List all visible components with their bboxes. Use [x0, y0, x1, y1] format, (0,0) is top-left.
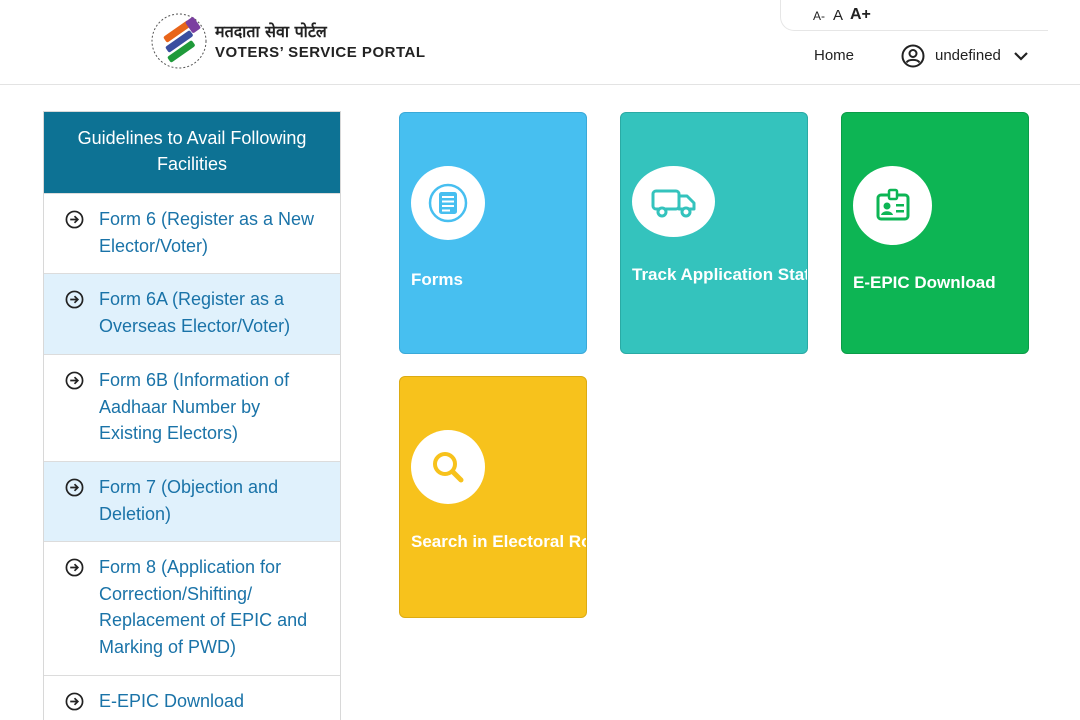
sidebar-item-label: Form 8 (Application for Correction/Shift… — [99, 557, 308, 657]
tile-e-epic-download[interactable]: E-EPIC Download — [841, 112, 1029, 354]
site-header: मतदाता सेवा पोर्टल VOTERS’ SERVICE PORTA… — [0, 0, 1080, 85]
arrow-right-circle-icon — [65, 210, 84, 229]
brand-title-hindi: मतदाता सेवा पोर्टल — [215, 22, 327, 41]
arrow-right-circle-icon — [65, 371, 84, 390]
sidebar-item-form-8[interactable]: Form 8 (Application for Correction/Shift… — [44, 541, 340, 675]
tile-track-application-status[interactable]: Track Application Stat — [620, 112, 808, 354]
user-account-icon[interactable] — [901, 44, 925, 68]
tile-label: Track Application Stat — [632, 265, 808, 284]
guidelines-sidebar: Guidelines to Avail Following Facilities… — [43, 111, 341, 720]
sidebar-item-form-7[interactable]: Form 7 (Objection and Deletion) — [44, 461, 340, 541]
arrow-right-circle-icon — [65, 692, 84, 711]
tile-search-electoral-roll[interactable]: Search in Electoral Rol — [399, 376, 587, 618]
brand-title-english: VOTERS’ SERVICE PORTAL — [215, 44, 426, 61]
chevron-down-icon[interactable] — [1012, 49, 1030, 63]
search-icon — [433, 452, 464, 483]
sidebar-item-label: Form 6A (Register as a Overseas Elector/… — [99, 289, 291, 336]
sidebar-item-form-6a[interactable]: Form 6A (Register as a Overseas Elector/… — [44, 273, 340, 354]
sidebar-item-label: Form 6 (Register as a New Elector/Voter) — [99, 209, 315, 256]
font-normal-button[interactable]: A — [833, 7, 843, 24]
arrow-right-circle-icon — [65, 478, 84, 497]
sidebar-item-form-6b[interactable]: Form 6B (Information of Aadhaar Number b… — [44, 354, 340, 461]
tile-icon-circle — [632, 166, 715, 237]
sidebar-item-form-6[interactable]: Form 6 (Register as a New Elector/Voter) — [44, 193, 340, 273]
sidebar-item-label: Form 7 (Objection and Deletion) — [99, 477, 279, 524]
user-name[interactable]: undefined — [935, 47, 1001, 64]
nav-home-link[interactable]: Home — [814, 47, 854, 64]
truck-icon — [651, 189, 695, 217]
arrow-right-circle-icon — [65, 558, 84, 577]
tile-icon-circle — [411, 166, 485, 240]
font-increase-button[interactable]: A+ — [850, 6, 871, 24]
id-card-icon — [876, 188, 909, 220]
tile-forms[interactable]: Forms — [399, 112, 587, 354]
tile-label: E-EPIC Download — [853, 273, 996, 292]
sidebar-heading: Guidelines to Avail Following Facilities — [44, 112, 340, 193]
tile-label: Forms — [411, 270, 463, 289]
arrow-right-circle-icon — [65, 290, 84, 309]
font-decrease-button[interactable]: A- — [813, 9, 825, 23]
tile-label: Search in Electoral Rol — [411, 532, 587, 551]
tile-icon-circle — [411, 430, 485, 504]
document-list-icon — [428, 183, 468, 223]
eci-logo — [151, 13, 207, 69]
sidebar-item-e-epic-download[interactable]: E-EPIC Download — [44, 675, 340, 720]
tile-icon-circle — [853, 166, 932, 245]
font-size-controls: A- A A+ — [780, 0, 1048, 31]
sidebar-item-label: E-EPIC Download — [99, 691, 245, 711]
sidebar-item-label: Form 6B (Information of Aadhaar Number b… — [99, 370, 290, 443]
